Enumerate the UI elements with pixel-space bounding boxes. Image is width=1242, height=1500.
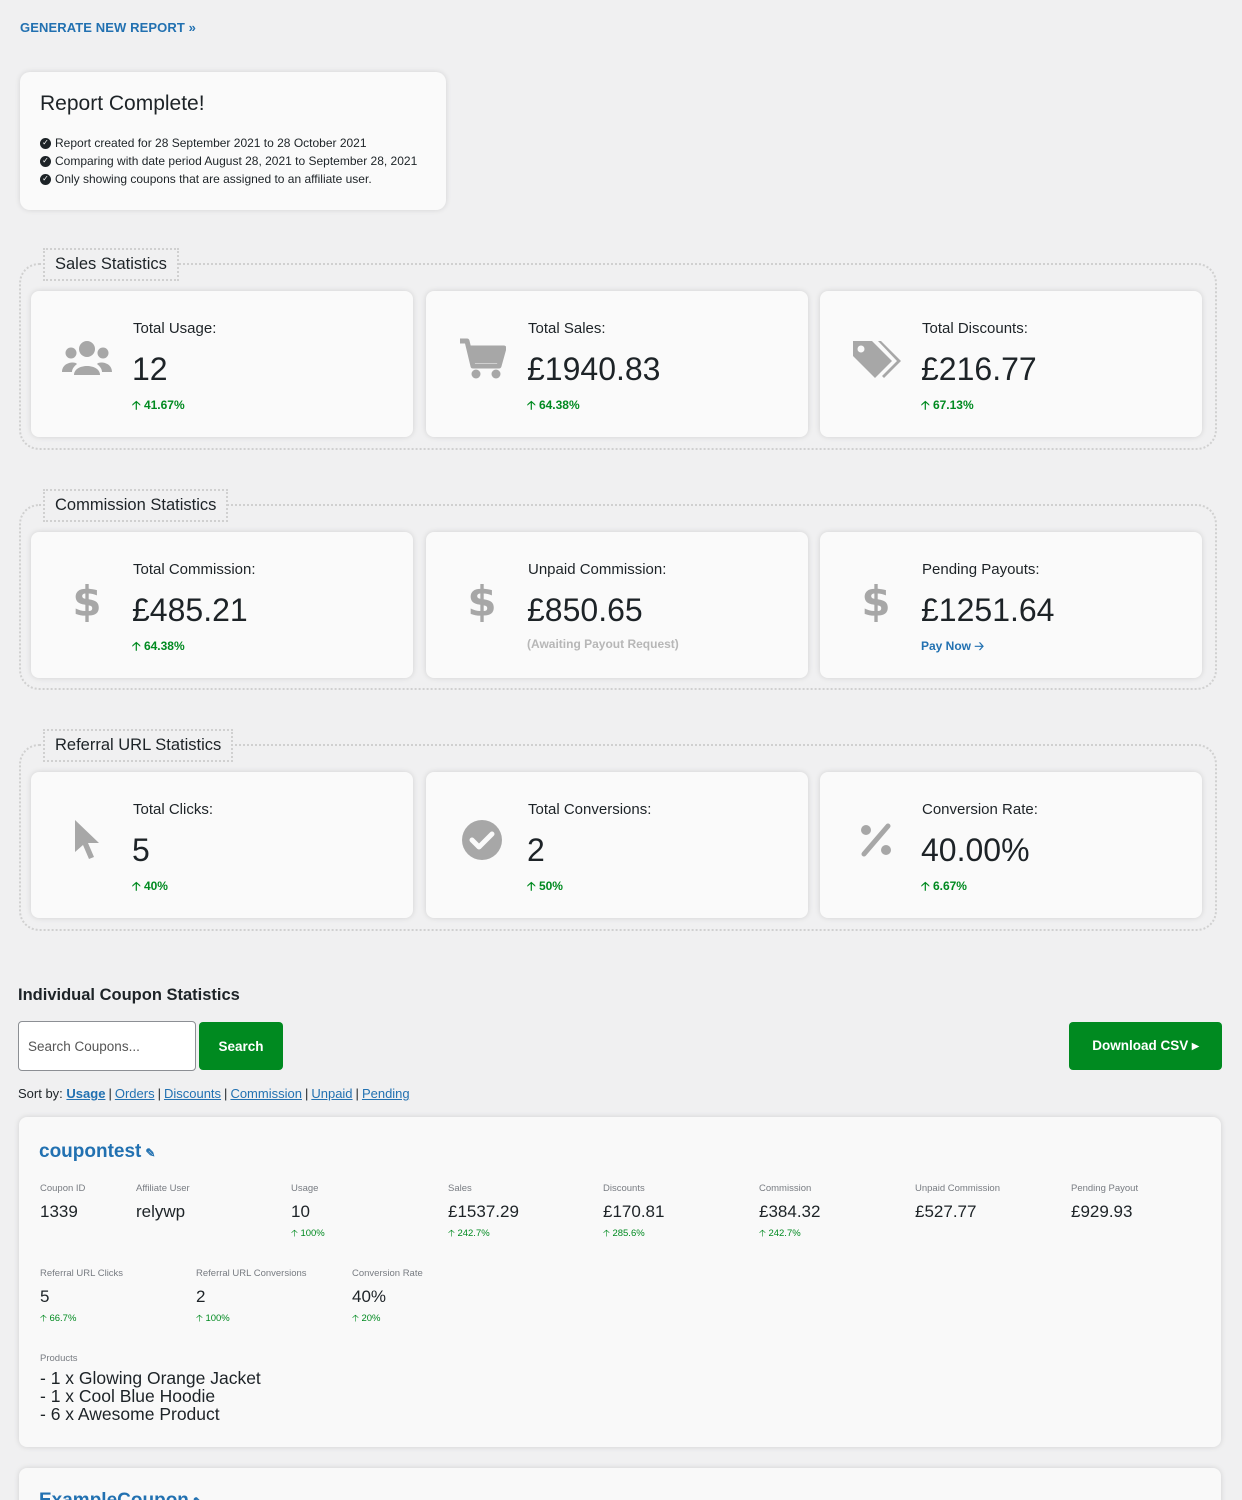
percent-icon — [848, 812, 904, 868]
products-label: Products — [40, 1353, 78, 1364]
stat-value: £216.77 — [921, 351, 1037, 387]
stat-value: 40.00% — [921, 832, 1030, 868]
pay-now-link[interactable]: Pay Now 🡢 — [921, 637, 984, 658]
products-list: - 1 x Glowing Orange Jacket - 1 x Cool B… — [40, 1369, 261, 1423]
coupon-field-unpaid-commission: Unpaid Commission £527.77 — [915, 1183, 1001, 1221]
check-circle-icon — [454, 812, 510, 868]
sort-commission-link[interactable]: Commission — [230, 1086, 302, 1101]
edit-icon[interactable]: ✎ — [193, 1495, 203, 1500]
stat-value: £1940.83 — [527, 351, 661, 387]
coupon-field-coupon-id: Coupon ID 1339 — [40, 1183, 86, 1221]
stat-value: £485.21 — [132, 592, 248, 628]
awaiting-payout-note: (Awaiting Payout Request) — [527, 637, 679, 651]
coupon-name[interactable]: coupontest ✎ — [39, 1141, 155, 1163]
coupon-field-referral-conversions: Referral URL Conversions 2 🡡 100% — [196, 1268, 307, 1324]
coupon-field-affiliate-user: Affiliate User relywp — [136, 1183, 190, 1221]
section-legend: Sales Statistics — [43, 248, 179, 281]
stat-value: 2 — [527, 832, 545, 868]
report-complete-box: Report Complete! ✓ Report created for 28… — [20, 72, 446, 210]
cart-icon — [454, 331, 510, 387]
coupon-name[interactable]: ExampleCoupon✎ — [39, 1490, 203, 1500]
stat-card-total-conversions: Total Conversions: 2 🡡 50% — [426, 772, 808, 918]
product-item: - 6 x Awesome Product — [40, 1404, 220, 1424]
stat-label: Conversion Rate: — [922, 801, 1038, 818]
sort-orders-link[interactable]: Orders — [115, 1086, 155, 1101]
stat-value: £850.65 — [527, 592, 643, 628]
stat-change: 🡡 41.67% — [132, 398, 185, 412]
stat-card-conversion-rate: Conversion Rate: 40.00% 🡡 6.67% — [820, 772, 1202, 918]
stat-label: Total Discounts: — [922, 320, 1028, 337]
report-line: ✓ Report created for 28 September 2021 t… — [40, 134, 426, 152]
stat-label: Total Sales: — [528, 320, 606, 337]
pointer-icon — [59, 812, 115, 868]
edit-icon[interactable]: ✎ — [145, 1146, 155, 1160]
coupon-card: ExampleCoupon✎ — [19, 1468, 1221, 1500]
referral-statistics-section: Referral URL Statistics Total Clicks: 5 … — [19, 729, 1217, 931]
coupon-field-conversion-rate: Conversion Rate 40% 🡡 20% — [352, 1268, 423, 1324]
search-coupons-input[interactable] — [18, 1021, 196, 1071]
section-legend: Referral URL Statistics — [43, 729, 234, 762]
svg-text:$: $ — [861, 578, 890, 622]
svg-text:$: $ — [72, 578, 101, 622]
stat-change: 🡡 40% — [132, 879, 168, 893]
stat-label: Pending Payouts: — [922, 561, 1040, 578]
section-legend: Commission Statistics — [43, 489, 229, 522]
stat-card-unpaid-commission: $ Unpaid Commission: £850.65 (Awaiting P… — [426, 532, 808, 678]
stat-change: 🡡 64.38% — [132, 639, 185, 653]
users-icon — [59, 331, 115, 387]
tags-icon — [848, 331, 904, 387]
dollar-icon: $ — [848, 572, 904, 628]
check-circle-icon: ✓ — [40, 137, 51, 149]
check-circle-icon: ✓ — [40, 155, 51, 167]
stat-change: 🡡 50% — [527, 879, 563, 893]
sort-by-label: Sort by: — [18, 1086, 63, 1101]
stat-change: 🡡 6.67% — [921, 879, 967, 893]
stat-label: Total Commission: — [133, 561, 256, 578]
report-line: ✓ Comparing with date period August 28, … — [40, 152, 426, 170]
stat-label: Unpaid Commission: — [528, 561, 667, 578]
report-line: ✓ Only showing coupons that are assigned… — [40, 170, 426, 188]
svg-text:$: $ — [467, 578, 496, 622]
sales-statistics-section: Sales Statistics Total Usage: 12 🡡 41.67… — [19, 248, 1217, 450]
stat-card-total-commission: $ Total Commission: £485.21 🡡 64.38% — [31, 532, 413, 678]
sort-pending-link[interactable]: Pending — [362, 1086, 410, 1101]
stat-value: 5 — [132, 832, 150, 868]
sort-unpaid-link[interactable]: Unpaid — [311, 1086, 352, 1101]
product-item: - 1 x Glowing Orange Jacket — [40, 1368, 261, 1388]
stat-card-total-usage: Total Usage: 12 🡡 41.67% — [31, 291, 413, 437]
stat-card-pending-payouts: $ Pending Payouts: £1251.64 Pay Now 🡢 — [820, 532, 1202, 678]
stat-label: Total Clicks: — [133, 801, 214, 818]
stat-card-total-clicks: Total Clicks: 5 🡡 40% — [31, 772, 413, 918]
generate-new-report-link[interactable]: GENERATE NEW REPORT » — [20, 20, 196, 35]
stat-value: £1251.64 — [921, 592, 1055, 628]
search-button[interactable]: Search — [199, 1022, 283, 1070]
coupon-field-discounts: Discounts £170.81 🡡 285.6% — [603, 1183, 665, 1239]
stat-change: 🡡 64.38% — [527, 398, 580, 412]
stat-label: Total Conversions: — [528, 801, 652, 818]
dollar-icon: $ — [454, 572, 510, 628]
stat-card-total-discounts: Total Discounts: £216.77 🡡 67.13% — [820, 291, 1202, 437]
individual-coupon-statistics-title: Individual Coupon Statistics — [18, 986, 240, 1004]
stat-card-total-sales: Total Sales: £1940.83 🡡 64.38% — [426, 291, 808, 437]
coupon-field-referral-clicks: Referral URL Clicks 5 🡡 66.7% — [40, 1268, 124, 1324]
sort-by-bar: Sort by: Usage | Orders | Discounts | Commissi… — [18, 1086, 410, 1101]
sort-discounts-link[interactable]: Discounts — [164, 1086, 221, 1101]
commission-statistics-section: Commission Statistics $ Total Commission… — [19, 489, 1217, 690]
stat-change: 🡡 67.13% — [921, 398, 974, 412]
coupon-field-usage: Usage 10 🡡 100% — [291, 1183, 325, 1239]
download-csv-button[interactable]: Download CSV ▸ — [1069, 1022, 1222, 1070]
coupon-card: coupontest ✎ Coupon ID 1339 Affiliate Use… — [19, 1117, 1221, 1447]
coupon-field-commission: Commission £384.32 🡡 242.7% — [759, 1183, 821, 1239]
report-title: Report Complete! — [40, 92, 205, 115]
check-circle-icon: ✓ — [40, 173, 51, 185]
stat-label: Total Usage: — [133, 320, 217, 337]
sort-usage-link[interactable]: Usage — [66, 1086, 105, 1101]
coupon-field-pending-payout: Pending Payout £929.93 — [1071, 1183, 1139, 1221]
coupon-field-sales: Sales £1537.29 🡡 242.7% — [448, 1183, 519, 1239]
dollar-icon: $ — [59, 572, 115, 628]
stat-value: 12 — [132, 351, 168, 387]
product-item: - 1 x Cool Blue Hoodie — [40, 1386, 216, 1406]
